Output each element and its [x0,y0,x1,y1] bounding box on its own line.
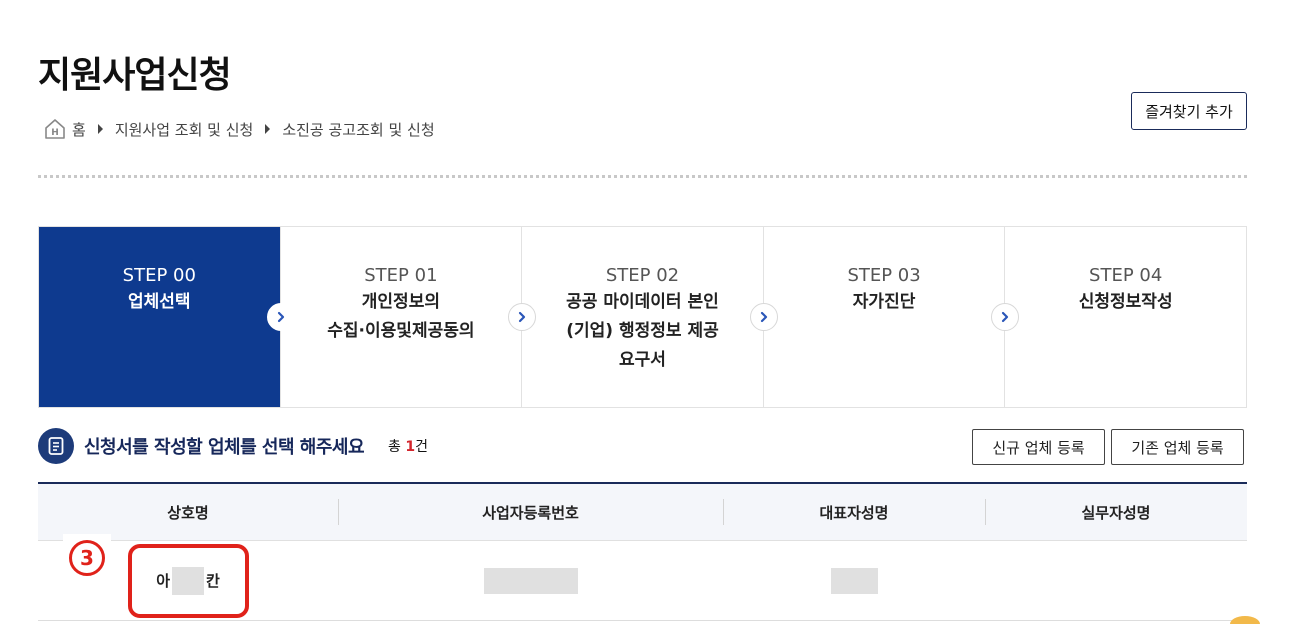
breadcrumb-separator-icon [265,124,271,134]
step-00: STEP 00 업체선택 [39,227,295,407]
step-04: STEP 04 신청정보작성 [1005,227,1246,407]
step-number: STEP 04 [1089,265,1163,286]
home-icon[interactable]: H [44,118,66,140]
step-label: 업체선택 [128,292,191,312]
annotation-highlight-box [128,544,249,618]
step-number: STEP 00 [122,265,196,286]
step-number: STEP 02 [605,265,680,286]
step-number: STEP 03 [847,265,921,286]
chevron-right-icon [266,303,295,331]
step-01: STEP 01 개인정보의 수집·이용및제공동의 [280,227,537,407]
step-label: 신청정보작성 [1078,292,1173,312]
breadcrumb-item-announcement[interactable]: 소진공 공고조회 및 신청 [282,119,434,140]
add-favorite-button[interactable]: 즐겨찾기 추가 [1131,92,1247,130]
representative-name-cell [723,567,985,594]
new-company-register-button[interactable]: 신규 업체 등록 [972,429,1105,465]
section-title: 신청서를 작성할 업체를 선택 해주세요 [84,437,365,458]
breadcrumb-item-support-search[interactable]: 지원사업 조회 및 신청 [115,119,254,140]
step-label: 공공 마이데이터 본인 (기업) 행정정보 제공 요구서 [566,292,719,370]
divider [38,175,1247,178]
redacted-text [483,567,578,594]
step-label: 개인정보의 수집·이용및제공동의 [327,292,475,341]
chevron-right-icon [508,303,537,331]
step-progress: STEP 00 업체선택 STEP 01 개인정보의 수집·이용및제공동의 ST… [38,226,1247,408]
column-header: 대표자성명 [723,498,985,525]
breadcrumb-separator-icon [97,124,103,134]
step-label: 자가진단 [852,292,916,312]
page-title: 지원사업신청 [38,55,232,96]
existing-company-register-button[interactable]: 기존 업체 등록 [1111,429,1244,465]
step-number: STEP 01 [364,265,438,286]
column-header: 상호명 [167,503,209,522]
section-header: 신청서를 작성할 업체를 선택 해주세요 총 1건 [38,428,428,464]
column-header: 사업자등록번호 [338,498,723,525]
decorative-shape [1230,616,1260,624]
redacted-text [830,567,878,594]
column-header: 실무자성명 [985,498,1247,525]
step-02: STEP 02 공공 마이데이터 본인 (기업) 행정정보 제공 요구서 [522,227,778,407]
table-header: 상호명 사업자등록번호 대표자성명 실무자성명 [38,482,1247,541]
svg-text:H: H [51,128,59,138]
annotation-number: 3 [69,540,105,576]
breadcrumb-home[interactable]: 홈 [72,119,86,140]
chevron-right-icon [749,303,778,331]
step-03: STEP 03 자가진단 [763,227,1020,407]
breadcrumb: H 홈 지원사업 조회 및 신청 소진공 공고조회 및 신청 [44,118,435,140]
annotation-badge: 3 [63,534,111,582]
document-icon [38,428,74,464]
result-count: 총 1건 [388,439,429,455]
business-number-cell [338,567,723,594]
